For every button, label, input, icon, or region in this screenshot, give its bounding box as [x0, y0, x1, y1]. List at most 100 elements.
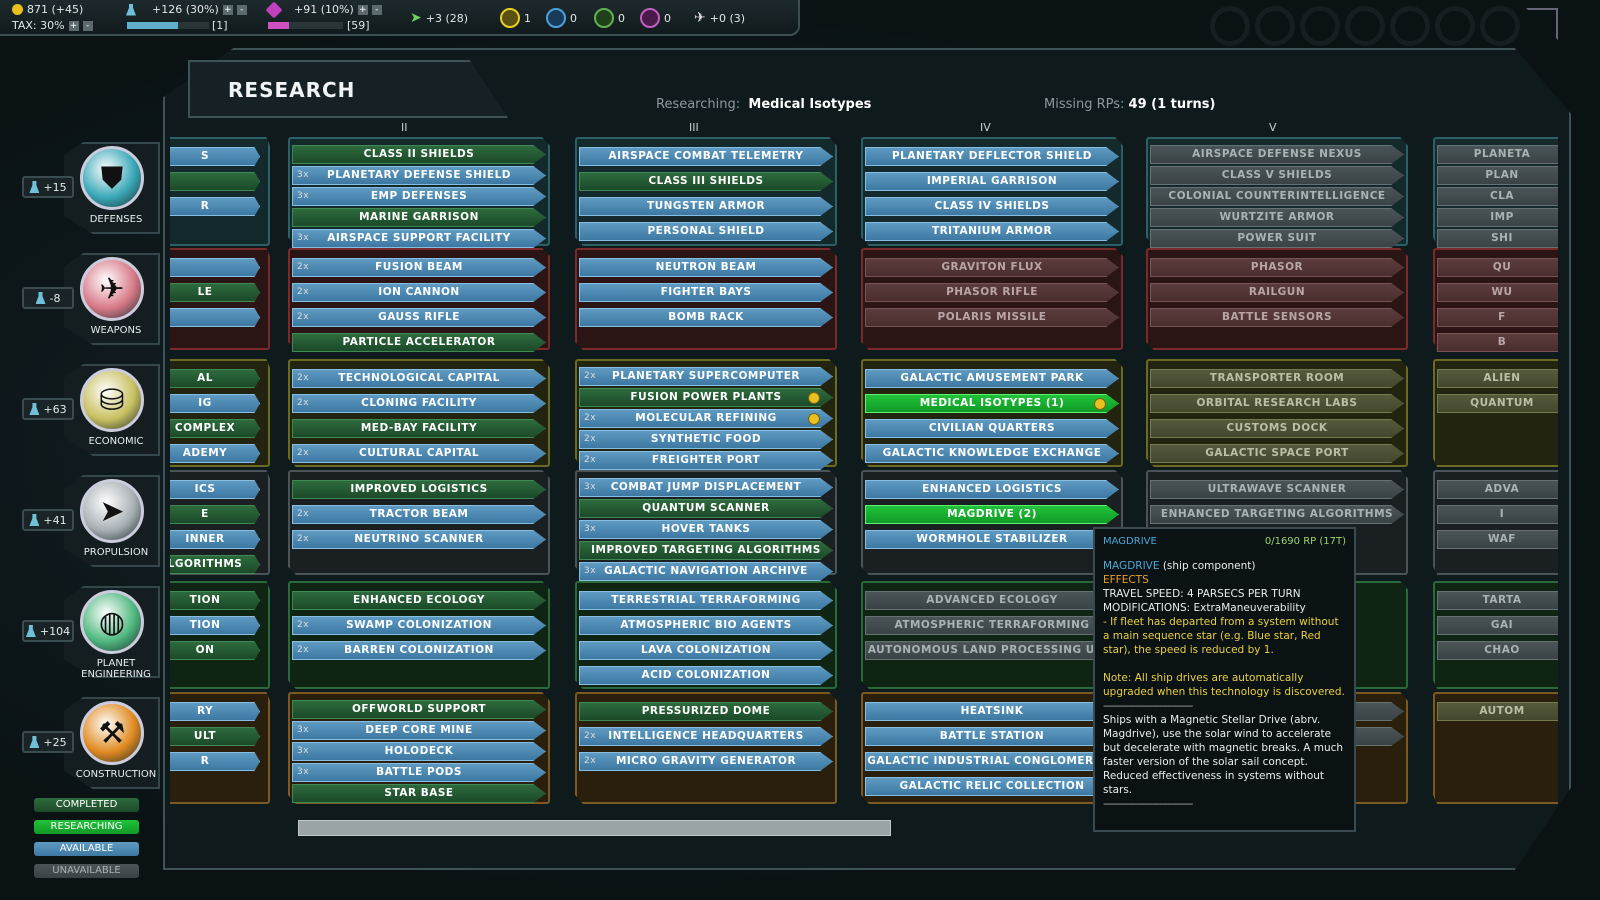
tech-item-partial[interactable]: LE — [170, 283, 260, 302]
category-construction[interactable]: +25 ⚒ CONSTRUCTION — [14, 693, 160, 793]
tech-fusion-beam[interactable]: 2x FUSION BEAM — [292, 258, 546, 277]
tech-emp-defenses[interactable]: 3x EMP DEFENSES — [292, 187, 546, 206]
tech-item-partial[interactable]: LGORITHMS — [170, 555, 260, 574]
tech-heatsink[interactable]: HEATSINK — [865, 702, 1119, 721]
tech-item-partial[interactable]: TARTA — [1437, 591, 1558, 610]
tech-item-partial[interactable]: ON — [170, 641, 260, 660]
tech-advanced-ecology[interactable]: ADVANCED ECOLOGY — [865, 591, 1119, 610]
tech-marine-garrison[interactable]: MARINE GARRISON — [292, 208, 546, 227]
tech-neutrino-scanner[interactable]: 2x NEUTRINO SCANNER — [292, 530, 546, 549]
category-propulsion[interactable]: +41 ➤ PROPULSION — [14, 471, 160, 571]
tech-item-partial[interactable]: PLANETA — [1437, 145, 1558, 164]
tech-item-partial[interactable]: R — [170, 197, 260, 216]
tech-class-iv-shields[interactable]: CLASS IV SHIELDS — [865, 197, 1119, 216]
tech-class-iii-shields[interactable]: CLASS III SHIELDS — [579, 172, 833, 191]
tech-planetary-deflector-shield[interactable]: PLANETARY DEFLECTOR SHIELD — [865, 147, 1119, 166]
tech-airspace-defense-nexus[interactable]: AIRSPACE DEFENSE NEXUS — [1150, 145, 1404, 164]
tech-gauss-rifle[interactable]: 2x GAUSS RIFLE — [292, 308, 546, 327]
tech-colonial-counterintelligence[interactable]: COLONIAL COUNTERINTELLIGENCE — [1150, 187, 1404, 206]
tech-enhanced-ecology[interactable]: ENHANCED ECOLOGY — [292, 591, 546, 610]
tech-intelligence-headquarters[interactable]: 2x INTELLIGENCE HEADQUARTERS — [579, 727, 833, 746]
tech-railgun[interactable]: RAILGUN — [1150, 283, 1404, 302]
tech-airspace-support-facility[interactable]: 3x AIRSPACE SUPPORT FACILITY — [292, 229, 546, 248]
menu-circle-icon[interactable] — [1300, 6, 1340, 46]
tech-planetary-defense-shield[interactable]: 3x PLANETARY DEFENSE SHIELD — [292, 166, 546, 185]
tax-increase-button[interactable]: + — [68, 20, 79, 31]
tech-item-partial[interactable] — [170, 308, 260, 327]
tech-holodeck[interactable]: 3x HOLODECK — [292, 742, 546, 761]
tech-galactic-space-port[interactable]: GALACTIC SPACE PORT — [1150, 444, 1404, 463]
tech-medical-isotypes-1[interactable]: MEDICAL ISOTYPES (1) — [865, 394, 1119, 413]
tech-micro-gravity-generator[interactable]: 2x MICRO GRAVITY GENERATOR — [579, 752, 833, 771]
tech-improved-targeting-algorithms[interactable]: IMPROVED TARGETING ALGORITHMS — [579, 541, 833, 560]
tech-wurtzite-armor[interactable]: WURTZITE ARMOR — [1150, 208, 1404, 227]
tech-galactic-amusement-park[interactable]: GALACTIC AMUSEMENT PARK — [865, 369, 1119, 388]
tech-item-partial[interactable]: B — [1437, 333, 1558, 352]
globe-icon[interactable]: ◍ — [80, 590, 144, 654]
tech-med-bay-facility[interactable]: MED-BAY FACILITY — [292, 419, 546, 438]
tech-deep-core-mine[interactable]: 3x DEEP CORE MINE — [292, 721, 546, 740]
tech-bomb-rack[interactable]: BOMB RACK — [579, 308, 833, 327]
tech-item-partial[interactable]: ULT — [170, 727, 260, 746]
tech-class-ii-shields[interactable]: CLASS II SHIELDS — [292, 145, 546, 164]
tech-planetary-supercomputer[interactable]: 2x PLANETARY SUPERCOMPUTER — [579, 367, 833, 386]
tech-item-partial[interactable] — [170, 258, 260, 277]
tech-item-partial[interactable]: TION — [170, 616, 260, 635]
tech-magdrive-2[interactable]: MAGDRIVE (2) — [865, 505, 1119, 524]
tech-combat-jump-displacement[interactable]: 3x COMBAT JUMP DISPLACEMENT — [579, 478, 833, 497]
tech-item-partial[interactable]: S — [170, 147, 260, 166]
tech-power-suit[interactable]: POWER SUIT — [1150, 229, 1404, 248]
tech-item-partial[interactable]: R — [170, 752, 260, 771]
tech-hover-tanks[interactable]: 3x HOVER TANKS — [579, 520, 833, 539]
menu-circle-icon[interactable] — [1480, 6, 1520, 46]
tech-item-partial[interactable]: GAI — [1437, 616, 1558, 635]
tech-fighter-bays[interactable]: FIGHTER BAYS — [579, 283, 833, 302]
tech-pressurized-dome[interactable]: PRESSURIZED DOME — [579, 702, 833, 721]
tech-item-partial[interactable]: TION — [170, 591, 260, 610]
tech-item-partial[interactable] — [170, 172, 260, 191]
tech-item-partial[interactable]: RY — [170, 702, 260, 721]
tech-ultrawave-scanner[interactable]: ULTRAWAVE SCANNER — [1150, 480, 1404, 499]
tech-item-partial[interactable]: CLA — [1437, 187, 1558, 206]
tech-molecular-refining[interactable]: 2x MOLECULAR REFINING — [579, 409, 833, 428]
tech-graviton-flux[interactable]: GRAVITON FLUX — [865, 258, 1119, 277]
tech-item-partial[interactable]: QU — [1437, 258, 1558, 277]
crane-icon[interactable]: ⚒ — [80, 701, 144, 765]
tech-enhanced-targeting-algorithms[interactable]: ENHANCED TARGETING ALGORITHMS — [1150, 505, 1404, 524]
tech-wormhole-stabilizer[interactable]: WORMHOLE STABILIZER — [865, 530, 1119, 549]
category-defenses[interactable]: +15 ⛊ DEFENSES — [14, 138, 160, 238]
tech-transporter-room[interactable]: TRANSPORTER ROOM — [1150, 369, 1404, 388]
tech-item-partial[interactable]: IG — [170, 394, 260, 413]
tech-battle-sensors[interactable]: BATTLE SENSORS — [1150, 308, 1404, 327]
tech-item-partial[interactable]: COMPLEX — [170, 419, 260, 438]
tech-item-partial[interactable]: CHAO — [1437, 641, 1558, 660]
tech-battle-pods[interactable]: 3x BATTLE PODS — [292, 763, 546, 782]
tech-item-partial[interactable]: SHI — [1437, 229, 1558, 248]
tech-item-partial[interactable]: F — [1437, 308, 1558, 327]
tech-star-base[interactable]: STAR BASE — [292, 784, 546, 803]
tech-improved-logistics[interactable]: IMPROVED LOGISTICS — [292, 480, 546, 499]
tech-neutron-beam[interactable]: NEUTRON BEAM — [579, 258, 833, 277]
tech-cultural-capital[interactable]: 2x CULTURAL CAPITAL — [292, 444, 546, 463]
tech-item-partial[interactable]: ADVA — [1437, 480, 1558, 499]
tech-item-partial[interactable]: PLAN — [1437, 166, 1558, 185]
tech-galactic-relic-collection[interactable]: GALACTIC RELIC COLLECTION — [865, 777, 1119, 796]
tech-item-partial[interactable]: ADEMY — [170, 444, 260, 463]
tech-tractor-beam[interactable]: 2x TRACTOR BEAM — [292, 505, 546, 524]
category-planet-engineering[interactable]: +104 ◍ PLANET ENGINEERING — [14, 582, 160, 682]
tech-galactic-knowledge-exchange[interactable]: GALACTIC KNOWLEDGE EXCHANGE — [865, 444, 1119, 463]
ships-icon[interactable]: ✈ — [80, 257, 144, 321]
tech-battle-station[interactable]: BATTLE STATION — [865, 727, 1119, 746]
menu-circle-icon[interactable] — [1345, 6, 1385, 46]
tech-synthetic-food[interactable]: 2x SYNTHETIC FOOD — [579, 430, 833, 449]
tech-fusion-power-plants[interactable]: FUSION POWER PLANTS — [579, 388, 833, 407]
tech-phasor-rifle[interactable]: PHASOR RIFLE — [865, 283, 1119, 302]
tech-civilian-quarters[interactable]: CIVILIAN QUARTERS — [865, 419, 1119, 438]
tech-imperial-garrison[interactable]: IMPERIAL GARRISON — [865, 172, 1119, 191]
tech-personal-shield[interactable]: PERSONAL SHIELD — [579, 222, 833, 241]
tech-item-partial[interactable]: AUTOM — [1437, 702, 1558, 721]
tech-atmospheric-terraforming[interactable]: ATMOSPHERIC TERRAFORMING — [865, 616, 1119, 635]
crystal-increase-button[interactable]: + — [357, 4, 368, 15]
tech-technological-capital[interactable]: 2x TECHNOLOGICAL CAPITAL — [292, 369, 546, 388]
tax-decrease-button[interactable]: - — [82, 20, 93, 31]
